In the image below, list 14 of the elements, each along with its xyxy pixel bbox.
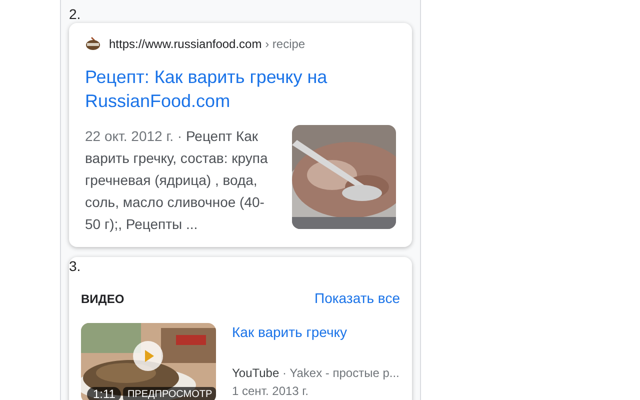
- video-source: YouTube · Yakex - простые р...: [232, 365, 400, 382]
- result-number: 3.: [69, 257, 82, 274]
- result-snippet: 22 окт. 2012 г. · Рецепт Как варить гречку, состав: крупа гречневая (ядрица) , вода, соль, масло сливочное (40-50 г);, Рецепты ...: [85, 127, 269, 234]
- video-duration: 1:11: [87, 387, 122, 400]
- section-heading: ВИДЕО: [81, 290, 124, 308]
- play-icon[interactable]: [133, 341, 163, 371]
- preview-label: ПРЕДПРОСМОТР: [123, 387, 216, 400]
- result-title[interactable]: Рецепт: Как варить гречку на RussianFood.com: [85, 65, 396, 113]
- result-url[interactable]: https://www.russianfood.com › recipe: [109, 35, 306, 53]
- show-all-link[interactable]: Показать все: [314, 288, 400, 309]
- video-date: 1 сент. 2013 г.: [232, 383, 310, 400]
- video-title[interactable]: Как варить гречку: [232, 322, 400, 343]
- result-number: 2.: [68, 5, 82, 21]
- pot-icon: [85, 37, 101, 51]
